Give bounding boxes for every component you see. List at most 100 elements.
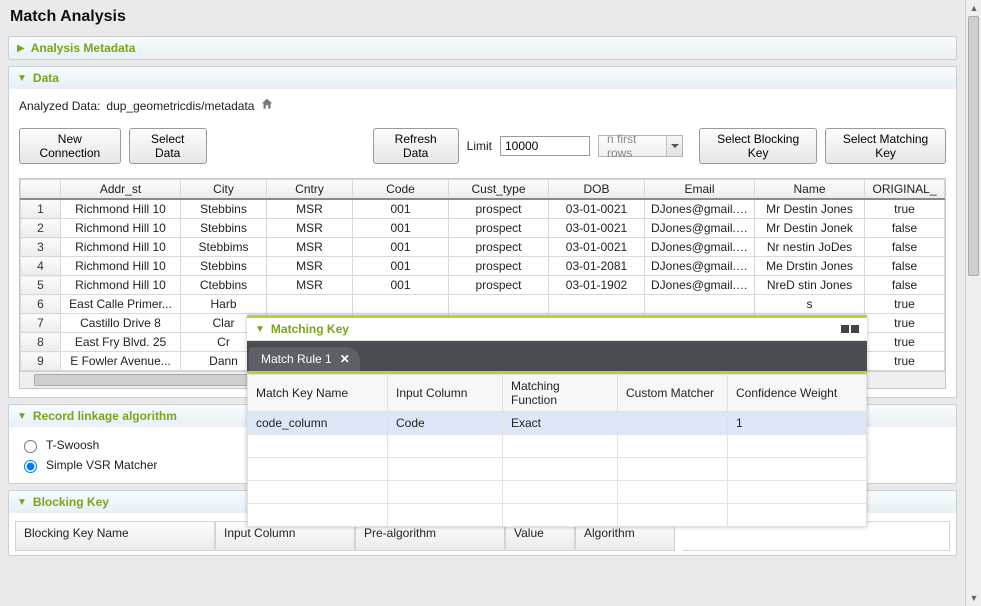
- table-cell: true: [865, 295, 945, 314]
- row-number: 1: [21, 199, 61, 219]
- table-cell: 03-01-0021: [549, 219, 645, 238]
- select-matching-key-button[interactable]: Select Matching Key: [825, 128, 946, 164]
- column-header[interactable]: Addr_st: [61, 180, 181, 200]
- table-cell: Stebbins: [181, 199, 267, 219]
- table-row[interactable]: 2Richmond Hill 10StebbinsMSR001prospect0…: [21, 219, 945, 238]
- table-cell: true: [865, 199, 945, 219]
- mk-column-header[interactable]: Match Key Name: [248, 375, 388, 412]
- chevron-down-icon: ▼: [255, 324, 265, 335]
- column-header[interactable]: Cust_type: [449, 180, 549, 200]
- table-cell: Mr Destin Jones: [755, 199, 865, 219]
- table-row[interactable]: 5Richmond Hill 10CtebbinsMSR001prospect0…: [21, 276, 945, 295]
- rows-mode-combo[interactable]: n first rows: [598, 135, 683, 157]
- table-cell: Castillo Drive 8: [61, 314, 181, 333]
- match-rule-row[interactable]: code_column Code Exact 1: [248, 412, 867, 435]
- match-rule-row[interactable]: [248, 504, 867, 527]
- mk-cell: Exact: [503, 412, 618, 435]
- mk-cell: code_column: [248, 412, 388, 435]
- table-row[interactable]: 1Richmond Hill 10StebbinsMSR001prospect0…: [21, 199, 945, 219]
- mk-column-header[interactable]: Confidence Weight: [728, 375, 867, 412]
- section-header-metadata[interactable]: ▶ Analysis Metadata: [9, 37, 956, 59]
- table-row[interactable]: 3Richmond Hill 10StebbimsMSR001prospect0…: [21, 238, 945, 257]
- table-cell: false: [865, 276, 945, 295]
- table-cell: true: [865, 314, 945, 333]
- table-cell: 03-01-1902: [549, 276, 645, 295]
- tab-match-rule-1[interactable]: Match Rule 1 ✕: [249, 347, 360, 371]
- table-cell: DJones@gmail.c...: [645, 199, 755, 219]
- matching-key-panel[interactable]: ▼ Matching Key Match Rule 1 ✕ Match Key …: [247, 315, 867, 527]
- chevron-down-icon[interactable]: [666, 136, 682, 156]
- scroll-up-arrow-icon[interactable]: ▲: [966, 0, 981, 16]
- table-row[interactable]: 4Richmond Hill 10StebbinsMSR001prospect0…: [21, 257, 945, 276]
- match-rule-row[interactable]: [248, 435, 867, 458]
- new-connection-button[interactable]: New Connection: [19, 128, 121, 164]
- table-cell: DJones@gmail.c...: [645, 276, 755, 295]
- table-cell: [645, 295, 755, 314]
- simple-vsr-label: Simple VSR Matcher: [46, 458, 157, 472]
- chevron-right-icon: ▶: [17, 43, 25, 54]
- match-rule-row[interactable]: [248, 458, 867, 481]
- table-cell: Richmond Hill 10: [61, 257, 181, 276]
- match-rule-tab-strip: Match Rule 1 ✕: [247, 341, 867, 371]
- column-header[interactable]: Cntry: [267, 180, 353, 200]
- close-icon[interactable]: ✕: [340, 352, 350, 366]
- column-header[interactable]: City: [181, 180, 267, 200]
- table-cell: 001: [353, 276, 449, 295]
- mk-cell: Code: [388, 412, 503, 435]
- column-header[interactable]: ORIGINAL_: [865, 180, 945, 200]
- row-number: 3: [21, 238, 61, 257]
- simple-vsr-radio[interactable]: [24, 460, 37, 473]
- match-rule-grid[interactable]: Match Key Name Input Column Matching Fun…: [247, 374, 867, 527]
- refresh-data-button[interactable]: Refresh Data: [373, 128, 459, 164]
- matching-key-header[interactable]: ▼ Matching Key: [247, 318, 867, 341]
- section-analysis-metadata: ▶ Analysis Metadata: [8, 36, 957, 60]
- page-title: Match Analysis: [0, 0, 965, 32]
- table-cell: [449, 295, 549, 314]
- maximize-icon[interactable]: [851, 325, 859, 333]
- vertical-scrollbar[interactable]: ▲ ▼: [965, 0, 981, 606]
- matching-key-title: Matching Key: [271, 322, 349, 336]
- table-cell: MSR: [267, 276, 353, 295]
- scroll-down-arrow-icon[interactable]: ▼: [966, 590, 981, 606]
- table-cell: prospect: [449, 238, 549, 257]
- section-label-blocking: Blocking Key: [33, 495, 109, 509]
- table-cell: false: [865, 219, 945, 238]
- match-rule-row[interactable]: [248, 481, 867, 504]
- table-cell: 001: [353, 199, 449, 219]
- mk-column-header[interactable]: Input Column: [388, 375, 503, 412]
- table-cell: Me Drstin Jones: [755, 257, 865, 276]
- scrollbar-thumb[interactable]: [968, 16, 979, 276]
- column-header[interactable]: DOB: [549, 180, 645, 200]
- limit-input[interactable]: [500, 136, 590, 156]
- tab-label: Match Rule 1: [261, 352, 332, 366]
- column-header[interactable]: Name: [755, 180, 865, 200]
- table-cell: s: [755, 295, 865, 314]
- table-cell: Stebbims: [181, 238, 267, 257]
- table-cell: MSR: [267, 257, 353, 276]
- t-swoosh-radio[interactable]: [24, 440, 37, 453]
- table-cell: Mr Destin Jonek: [755, 219, 865, 238]
- table-cell: 03-01-0021: [549, 238, 645, 257]
- home-icon[interactable]: [260, 97, 274, 114]
- mk-column-header[interactable]: Matching Function: [503, 375, 618, 412]
- select-data-button[interactable]: Select Data: [129, 128, 207, 164]
- table-cell: 001: [353, 219, 449, 238]
- section-header-data[interactable]: ▼ Data: [9, 67, 956, 89]
- table-row[interactable]: 6East Calle Primer...Harbstrue: [21, 295, 945, 314]
- table-cell: [353, 295, 449, 314]
- table-cell: prospect: [449, 219, 549, 238]
- panel-window-controls[interactable]: [841, 325, 859, 333]
- table-cell: MSR: [267, 219, 353, 238]
- table-cell: false: [865, 238, 945, 257]
- row-number: 9: [21, 352, 61, 371]
- select-blocking-key-button[interactable]: Select Blocking Key: [699, 128, 817, 164]
- minimize-icon[interactable]: [841, 325, 849, 333]
- column-header[interactable]: Email: [645, 180, 755, 200]
- column-header[interactable]: Code: [353, 180, 449, 200]
- table-cell: prospect: [449, 199, 549, 219]
- row-number-header: [21, 180, 61, 200]
- table-cell: Richmond Hill 10: [61, 276, 181, 295]
- table-cell: E Fowler Avenue...: [61, 352, 181, 371]
- analyzed-data-path: dup_geometricdis/metadata: [106, 99, 254, 113]
- mk-column-header[interactable]: Custom Matcher: [618, 375, 728, 412]
